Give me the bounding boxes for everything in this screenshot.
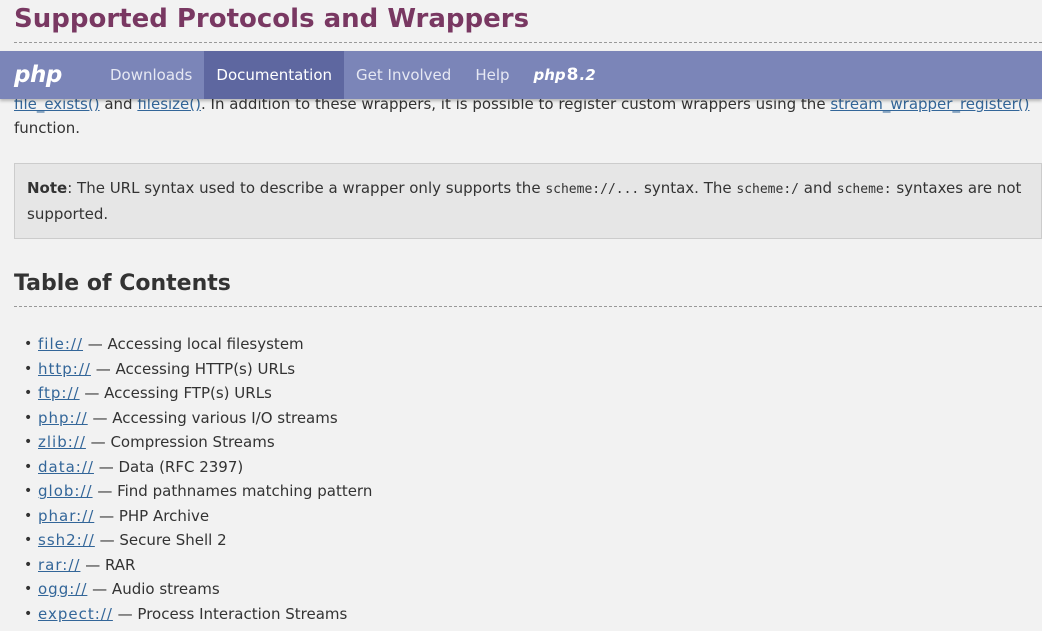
toc-link-phar[interactable]: phar:// — [38, 507, 94, 525]
toc-desc: — Data (RFC 2397) — [93, 457, 244, 476]
toc-divider — [14, 306, 1042, 307]
toc-desc: — Accessing HTTP(s) URLs — [90, 359, 296, 378]
toc-desc: — Compression Streams — [85, 433, 275, 451]
toc-link-glob[interactable]: glob:// — [38, 482, 93, 500]
toc-item-ftp: • ftp:// — Accessing FTP(s) URLs — [14, 381, 372, 406]
nav-downloads[interactable]: Downloads — [98, 51, 204, 99]
toc-list: • file:// — Accessing local filesystem • h… — [14, 332, 372, 626]
toc-link-ogg[interactable]: ogg:// — [38, 580, 87, 598]
bullet-icon: • — [24, 336, 33, 352]
toc-desc: — Accessing local filesystem — [83, 335, 304, 353]
toc-item-file: • file:// — Accessing local filesystem — [14, 332, 372, 357]
bullet-icon: • — [24, 434, 33, 450]
toc-desc: — Process Interaction Streams — [112, 604, 348, 623]
bullet-icon: • — [24, 483, 33, 499]
toc-item-ssh2: • ssh2:// — Secure Shell 2 — [14, 528, 372, 553]
note-label: Note — [27, 179, 68, 197]
toc-item-glob: • glob:// — Find pathnames matching patte… — [14, 479, 372, 504]
toc-link-ssh2[interactable]: ssh2:// — [38, 531, 95, 549]
toc-link-ftp[interactable]: ftp:// — [38, 384, 80, 402]
bullet-icon: • — [24, 581, 33, 597]
toc-desc: — Audio streams — [87, 580, 220, 598]
nav-documentation[interactable]: Documentation — [204, 51, 345, 99]
title-divider — [14, 42, 1042, 43]
toc-item-http: • http:// — Accessing HTTP(s) URLs — [14, 357, 372, 382]
toc-desc: — Accessing FTP(s) URLs — [79, 384, 272, 402]
note-text-1: : The URL syntax used to describe a wrap… — [67, 179, 546, 197]
toc-item-php: • php:// — Accessing various I/O streams — [14, 406, 372, 431]
toc-item-phar: • phar:// — PHP Archive — [14, 504, 372, 529]
bullet-icon: • — [24, 458, 33, 475]
toc-desc: — Accessing various I/O streams — [87, 408, 338, 427]
intro-line2: function. — [14, 119, 81, 137]
php8-logo[interactable]: php 8.2 — [522, 51, 596, 99]
toc-desc: — Secure Shell 2 — [94, 531, 227, 549]
php8-logo-suffix: .2 — [579, 66, 596, 84]
note-text-2: syntax. The — [639, 179, 737, 197]
note-code-3: scheme: — [836, 182, 892, 197]
php8-logo-prefix: php — [533, 66, 566, 84]
toc-item-ogg: • ogg:// — Audio streams — [14, 577, 372, 602]
intro-paragraph: file_exists() and filesize(). In additio… — [14, 92, 1034, 140]
toc-item-data: • data:// — Data (RFC 2397) — [14, 455, 372, 480]
toc-desc: — PHP Archive — [94, 506, 210, 525]
nav-get-involved[interactable]: Get Involved — [344, 51, 463, 99]
toc-link-zlib[interactable]: zlib:// — [38, 433, 86, 451]
bullet-icon: • — [24, 385, 33, 401]
bullet-icon: • — [24, 605, 33, 622]
php8-logo-eight: 8 — [566, 65, 579, 85]
toc-link-expect[interactable]: expect:// — [38, 605, 113, 623]
toc-link-http[interactable]: http:// — [38, 360, 91, 378]
top-navbar: php Downloads Documentation Get Involved… — [0, 51, 1042, 99]
toc-item-expect: • expect:// — Process Interaction Streams — [14, 602, 372, 627]
toc-desc: — Find pathnames matching pattern — [92, 482, 373, 500]
bullet-icon: • — [24, 532, 33, 548]
note-text-3: and — [799, 179, 837, 197]
toc-link-data[interactable]: data:// — [38, 458, 94, 476]
toc-link-php[interactable]: php:// — [38, 409, 88, 427]
toc-item-rar: • rar:// — RAR — [14, 553, 372, 578]
bullet-icon: • — [24, 556, 33, 573]
bullet-icon: • — [24, 507, 33, 524]
bullet-icon: • — [24, 409, 33, 426]
toc-title: Table of Contents — [14, 271, 231, 296]
note-code-2: scheme:/ — [736, 182, 799, 197]
toc-link-file[interactable]: file:// — [38, 335, 83, 353]
note-code-1: scheme://... — [545, 182, 640, 197]
nav-help[interactable]: Help — [463, 51, 521, 99]
note-box: Note: The URL syntax used to describe a … — [14, 163, 1042, 239]
toc-item-zlib: • zlib:// — Compression Streams — [14, 430, 372, 455]
toc-link-rar[interactable]: rar:// — [38, 556, 80, 574]
bullet-icon: • — [24, 360, 33, 377]
page-title: Supported Protocols and Wrappers — [14, 4, 530, 34]
php-logo[interactable]: php — [0, 51, 98, 99]
toc-desc: — RAR — [80, 555, 136, 574]
